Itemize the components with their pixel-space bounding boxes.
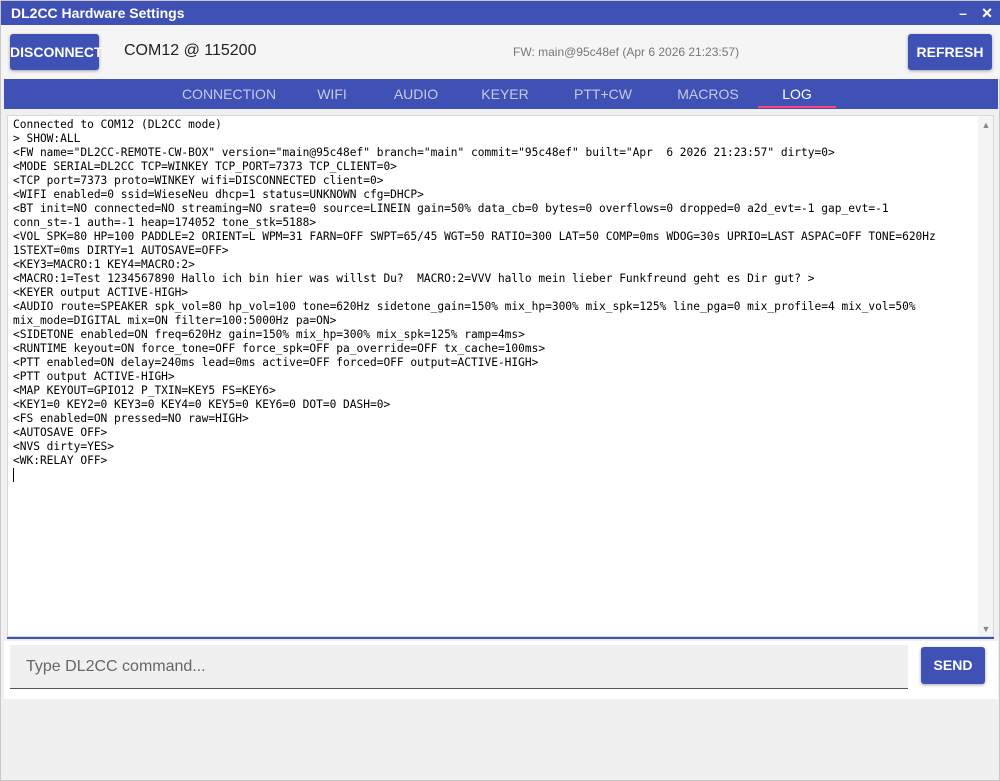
- log-line: <KEYER output ACTIVE-HIGH>: [13, 286, 189, 299]
- disconnect-button[interactable]: DISCONNECT: [10, 34, 103, 70]
- log-line: <BT init=NO connected=NO streaming=NO sr…: [13, 202, 889, 215]
- log-line: <VOL SPK=80 HP=100 PADDLE=2 ORIENT=L WPM…: [13, 230, 936, 243]
- log-line: 1STEXT=0ms DIRTY=1 AUTOSAVE=OFF>: [13, 244, 229, 257]
- tab-connection[interactable]: CONNECTION: [172, 79, 286, 109]
- minimize-icon[interactable]: –: [953, 3, 973, 23]
- log-output[interactable]: Connected to COM12 (DL2CC mode) > SHOW:AL…: [7, 115, 994, 637]
- log-line: <AUDIO route=SPEAKER spk_vol=80 hp_vol=1…: [13, 300, 916, 313]
- log-line: Connected to COM12 (DL2CC mode): [13, 118, 222, 131]
- tab-audio[interactable]: AUDIO: [382, 79, 450, 109]
- log-line: <NVS dirty=YES>: [13, 440, 115, 453]
- tab-macros[interactable]: MACROS: [666, 79, 750, 109]
- log-line: <KEY3=MACRO:1 KEY4=MACRO:2>: [13, 258, 195, 271]
- log-scrollbar[interactable]: ▲ ▼: [978, 116, 993, 636]
- log-line: <PTT output ACTIVE-HIGH>: [13, 370, 175, 383]
- log-underline: [7, 637, 994, 639]
- tab-log[interactable]: LOG: [758, 79, 836, 109]
- app-window: DL2CC Hardware Settings – × DISCONNECT C…: [0, 0, 1000, 781]
- tab-ptt-cw[interactable]: PTT+CW: [562, 79, 644, 109]
- firmware-info: FW: main@95c48ef (Apr 6 2026 21:23:57): [513, 45, 740, 59]
- log-text: Connected to COM12 (DL2CC mode) > SHOW:AL…: [13, 118, 973, 482]
- log-line: <FW name="DL2CC-REMOTE-CW-BOX" version="…: [13, 146, 835, 159]
- close-icon[interactable]: ×: [977, 3, 997, 23]
- log-line: <MAP KEYOUT=GPIO12 P_TXIN=KEY5 FS=KEY6>: [13, 384, 276, 397]
- scroll-up-icon[interactable]: ▲: [978, 118, 993, 132]
- tab-wifi[interactable]: WIFI: [302, 79, 362, 109]
- log-line: <WIFI enabled=0 ssid=WieseNeu dhcp=1 sta…: [13, 188, 424, 201]
- log-line: <TCP port=7373 proto=WINKEY wifi=DISCONN…: [13, 174, 384, 187]
- send-button[interactable]: SEND: [921, 647, 985, 684]
- tab-keyer[interactable]: KEYER: [468, 79, 542, 109]
- log-line: <MODE SERIAL=DL2CC TCP=WINKEY TCP_PORT=7…: [13, 160, 397, 173]
- log-line: conn_st=-1 auth=-1 heap=174052 tone_stk=…: [13, 216, 317, 229]
- log-line: <RUNTIME keyout=ON force_tone=OFF force_…: [13, 342, 546, 355]
- log-line: <MACRO:1=Test 1234567890 Hallo ich bin h…: [13, 272, 815, 285]
- log-line: <WK:RELAY OFF>: [13, 454, 108, 467]
- log-line: <PTT enabled=ON delay=240ms lead=0ms act…: [13, 356, 539, 369]
- connection-header: DISCONNECT COM12 @ 115200 FW: main@95c48…: [1, 25, 1000, 79]
- title-bar: DL2CC Hardware Settings – ×: [1, 1, 1000, 25]
- scroll-down-icon[interactable]: ▼: [978, 622, 993, 636]
- refresh-button[interactable]: REFRESH: [908, 34, 992, 70]
- log-line: <AUTOSAVE OFF>: [13, 426, 108, 439]
- command-input[interactable]: [10, 645, 908, 689]
- log-line: <KEY1=0 KEY2=0 KEY3=0 KEY4=0 KEY5=0 KEY6…: [13, 398, 391, 411]
- tab-bar: CONNECTION WIFI AUDIO KEYER PTT+CW MACRO…: [4, 79, 998, 109]
- log-line: mix_mode=DIGITAL mix=ON filter=100:5000H…: [13, 314, 337, 327]
- log-line: <SIDETONE enabled=ON freq=620Hz gain=150…: [13, 328, 525, 341]
- log-line: > SHOW:ALL: [13, 132, 81, 145]
- text-caret: [13, 468, 14, 482]
- window-title: DL2CC Hardware Settings: [11, 5, 185, 21]
- log-line: <FS enabled=ON pressed=NO raw=HIGH>: [13, 412, 249, 425]
- command-bar: SEND: [4, 641, 998, 699]
- port-info: COM12 @ 115200: [124, 42, 257, 59]
